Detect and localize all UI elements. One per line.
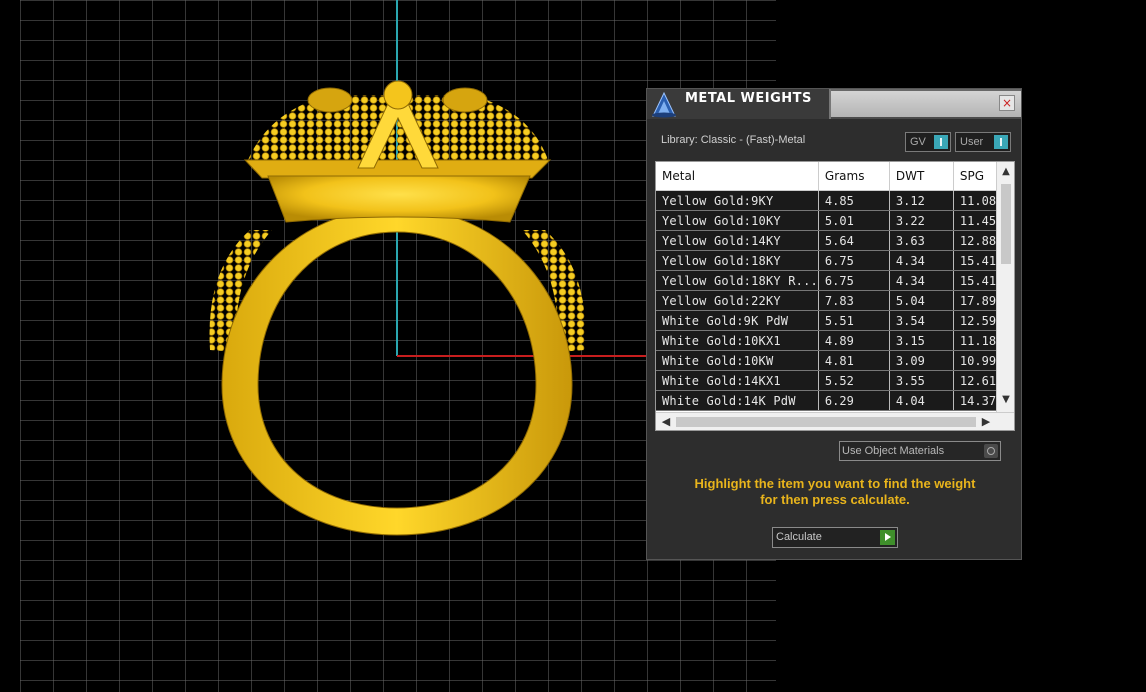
- cell-grams: 6.29: [818, 390, 890, 411]
- chevron-down-icon[interactable]: ▼: [997, 392, 1014, 408]
- instruction-line-2: for then press calculate.: [760, 492, 910, 507]
- cell-metal: Yellow Gold:14KY: [656, 230, 819, 251]
- table-row[interactable]: White Gold:9K PdW 5.51 3.54 12.59: [656, 310, 1014, 331]
- chevron-right-icon[interactable]: ▶: [978, 413, 994, 430]
- panel-title-tab: METAL WEIGHTS: [647, 89, 831, 119]
- cell-grams: 5.52: [818, 370, 890, 391]
- column-header-dwt[interactable]: DWT: [889, 162, 954, 191]
- cell-dwt: 4.34: [889, 270, 954, 291]
- cell-dwt: 4.34: [889, 250, 954, 271]
- horizontal-scrollbar[interactable]: ◀ ▶: [656, 412, 1014, 430]
- cell-metal: White Gold:10KW: [656, 350, 819, 371]
- cell-metal: White Gold:10KX1: [656, 330, 819, 351]
- metal-table: Metal Grams DWT SPG Yellow Gold:9KY 4.85 3…: [655, 161, 1015, 431]
- table-row[interactable]: White Gold:10KX1 4.89 3.15 11.18: [656, 330, 1014, 351]
- table-row[interactable]: Yellow Gold:10KY 5.01 3.22 11.45: [656, 210, 1014, 231]
- toggle-knob-icon: [934, 135, 948, 149]
- cell-grams: 5.64: [818, 230, 890, 251]
- cell-grams: 4.81: [818, 350, 890, 371]
- table-header-row: Metal Grams DWT SPG: [656, 162, 1014, 191]
- cell-dwt: 5.04: [889, 290, 954, 311]
- gv-toggle[interactable]: GV: [905, 132, 951, 152]
- rhino-logo-icon: [652, 91, 676, 118]
- cell-dwt: 4.04: [889, 390, 954, 411]
- table-row[interactable]: Yellow Gold:9KY 4.85 3.12 11.08: [656, 190, 1014, 211]
- table-row[interactable]: Yellow Gold:18KY 6.75 4.34 15.41: [656, 250, 1014, 271]
- cell-metal: Yellow Gold:22KY: [656, 290, 819, 311]
- use-object-materials-toggle[interactable]: Use Object Materials: [839, 441, 1001, 461]
- column-header-grams[interactable]: Grams: [818, 162, 890, 191]
- cell-dwt: 3.09: [889, 350, 954, 371]
- cell-dwt: 3.15: [889, 330, 954, 351]
- chevron-up-icon[interactable]: ▲: [997, 164, 1014, 180]
- table-row[interactable]: Yellow Gold:18KY R... 6.75 4.34 15.41: [656, 270, 1014, 291]
- table-row[interactable]: White Gold:14K PdW 6.29 4.04 14.37: [656, 390, 1014, 411]
- cell-grams: 5.51: [818, 310, 890, 331]
- calculate-label: Calculate: [776, 531, 822, 543]
- cell-metal: Yellow Gold:10KY: [656, 210, 819, 231]
- cell-metal: White Gold:9K PdW: [656, 310, 819, 331]
- cell-grams: 7.83: [818, 290, 890, 311]
- cell-grams: 5.01: [818, 210, 890, 231]
- table-row[interactable]: White Gold:10KW 4.81 3.09 10.99: [656, 350, 1014, 371]
- instruction-line-1: Highlight the item you want to find the …: [694, 476, 976, 491]
- toggle-knob-icon: [994, 135, 1008, 149]
- table-row[interactable]: Yellow Gold:14KY 5.64 3.63 12.88: [656, 230, 1014, 251]
- play-icon: [880, 530, 895, 545]
- panel-title: METAL WEIGHTS: [685, 91, 812, 106]
- chevron-left-icon[interactable]: ◀: [658, 413, 674, 430]
- calculate-button[interactable]: Calculate: [772, 527, 898, 548]
- use-object-materials-label: Use Object Materials: [842, 445, 945, 457]
- table-row[interactable]: White Gold:14KX1 5.52 3.55 12.61: [656, 370, 1014, 391]
- cell-grams: 4.85: [818, 190, 890, 211]
- metal-weights-panel: METAL WEIGHTS × Library: Classic - (Fast…: [646, 88, 1022, 560]
- cell-metal: White Gold:14K PdW: [656, 390, 819, 411]
- user-toggle[interactable]: User: [955, 132, 1011, 152]
- column-header-metal[interactable]: Metal: [656, 162, 819, 191]
- cell-metal: White Gold:14KX1: [656, 370, 819, 391]
- cell-dwt: 3.54: [889, 310, 954, 331]
- cell-dwt: 3.63: [889, 230, 954, 251]
- cell-metal: Yellow Gold:9KY: [656, 190, 819, 211]
- metal-table-grid: Metal Grams DWT SPG Yellow Gold:9KY 4.85 3…: [656, 162, 1014, 411]
- close-icon[interactable]: ×: [999, 95, 1015, 111]
- cell-grams: 6.75: [818, 250, 890, 271]
- gv-toggle-label: GV: [910, 136, 926, 148]
- horizontal-scroll-thumb[interactable]: [676, 417, 976, 427]
- vertical-scroll-thumb[interactable]: [1001, 184, 1011, 264]
- user-toggle-label: User: [960, 136, 984, 148]
- cell-grams: 4.89: [818, 330, 890, 351]
- radio-icon: [984, 444, 998, 458]
- cell-dwt: 3.22: [889, 210, 954, 231]
- table-row[interactable]: Yellow Gold:22KY 7.83 5.04 17.89: [656, 290, 1014, 311]
- cell-dwt: 3.55: [889, 370, 954, 391]
- cell-dwt: 3.12: [889, 190, 954, 211]
- cell-metal: Yellow Gold:18KY R...: [656, 270, 819, 291]
- panel-title-bar[interactable]: METAL WEIGHTS ×: [647, 89, 1021, 119]
- cell-metal: Yellow Gold:18KY: [656, 250, 819, 271]
- instruction-text: Highlight the item you want to find the …: [657, 476, 1013, 508]
- cell-grams: 6.75: [818, 270, 890, 291]
- title-bar-fill: [831, 91, 1021, 117]
- vertical-scrollbar[interactable]: ▲ ▼: [996, 162, 1014, 412]
- library-label: Library: Classic - (Fast)-Metal: [661, 134, 806, 146]
